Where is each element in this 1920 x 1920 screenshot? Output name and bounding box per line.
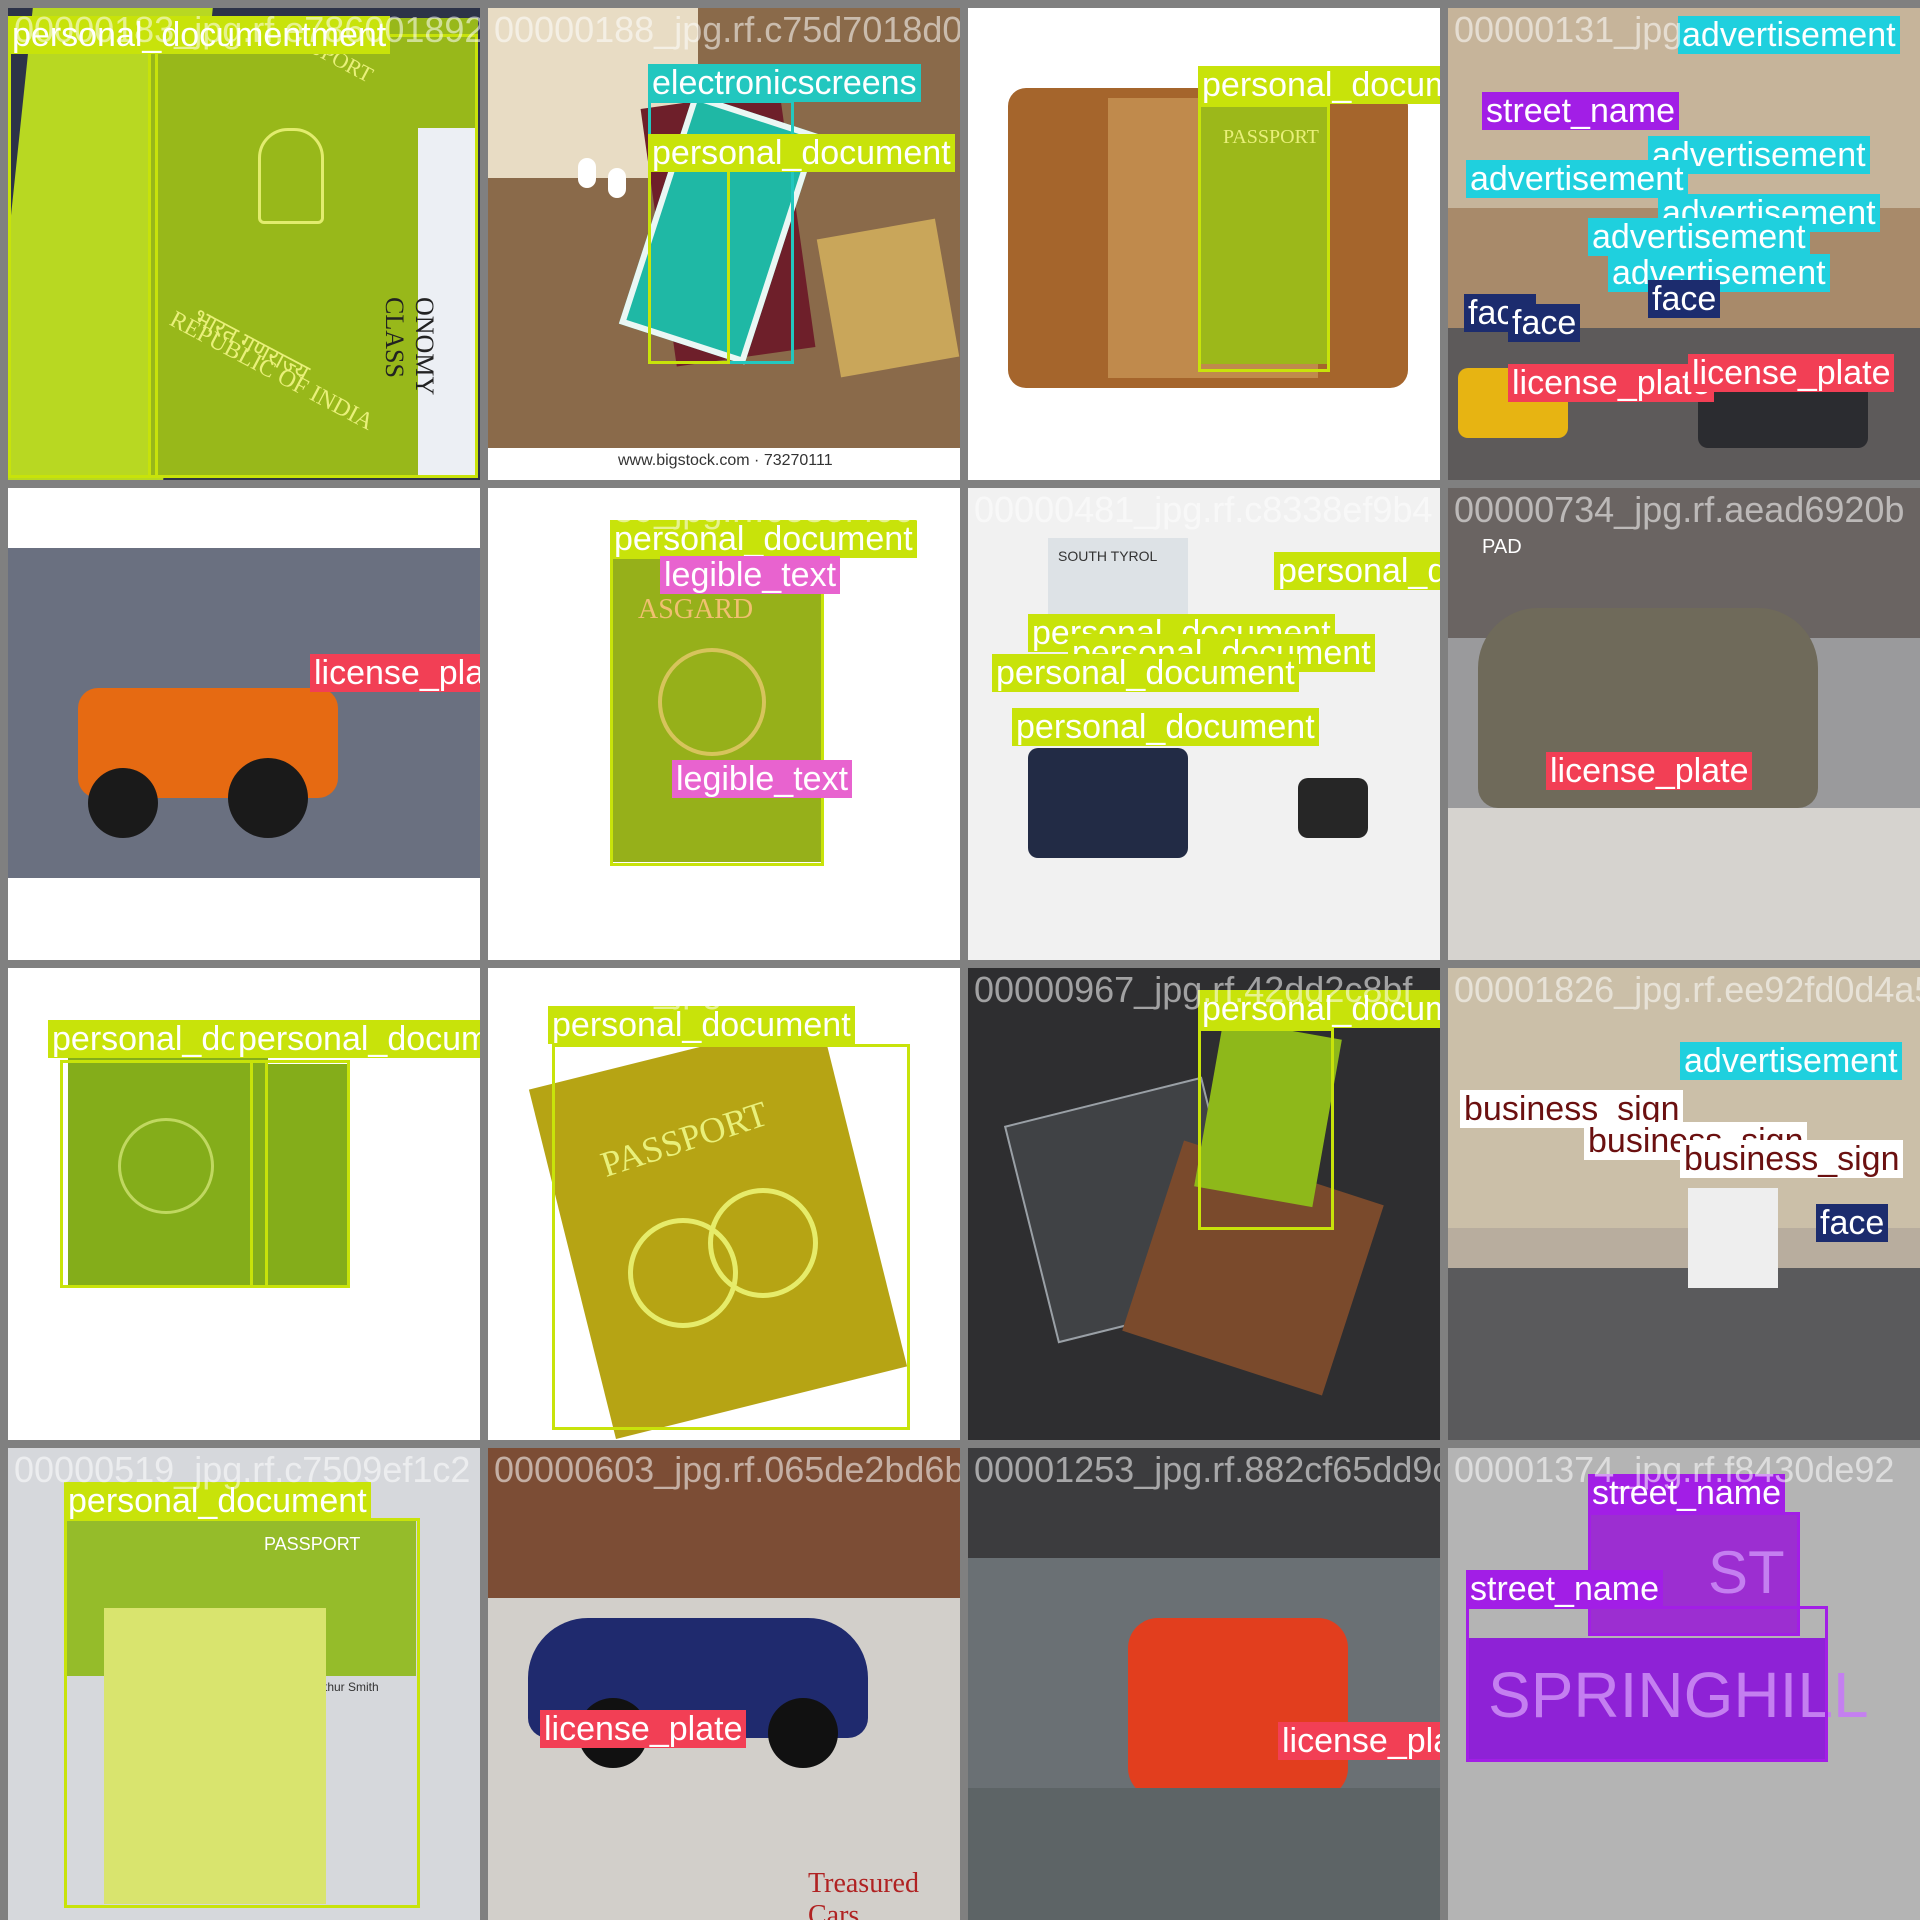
detection-box — [60, 1060, 268, 1288]
tile-phone-passport: www.bigstock.com · 73270111 electronicsc… — [488, 8, 960, 480]
tile-city-street: advertisement street_name advertisement … — [1448, 8, 1920, 480]
tile-passport-template: PASSPORT Arthur Smith personal_document … — [8, 1448, 480, 1920]
detection-label: personal_document — [610, 520, 917, 558]
tile-two-passports: personal_doc personal_document 00000503_… — [8, 968, 480, 1440]
detection-label: advertisement — [1588, 218, 1810, 256]
detection-label: personal_document — [648, 134, 955, 172]
detection-label: legible_text — [672, 760, 853, 798]
detection-label: face — [1816, 1204, 1889, 1242]
detection-label: street_name — [1482, 92, 1679, 130]
detection-label: personal_document — [234, 1020, 480, 1058]
mosaic-grid: REPUBLIC OF INDIA भारत गणराज्य SPORT ONO… — [0, 0, 1920, 1920]
detection-label: advertisement — [1680, 1042, 1902, 1080]
detection-box — [148, 34, 478, 478]
photo — [968, 1448, 1440, 1920]
detection-label: license_plate — [1508, 364, 1715, 402]
detection-label: license_plate — [540, 1710, 747, 1748]
tile-blue-convertible: Treasured Cars license_plate 00000603_jp… — [488, 1448, 960, 1920]
tile-silver-car: PAD license_plate 00000734_jpg.rf.aead69… — [1448, 488, 1920, 960]
photo — [8, 488, 480, 960]
detection-box — [1198, 104, 1330, 372]
tile-red-suv: license_plate 00001253_jpg.rf.882cf65dd9… — [968, 1448, 1440, 1920]
detection-label: personal_document — [1274, 552, 1440, 590]
detection-label: street_name — [1466, 1570, 1663, 1608]
detection-label: advertisement — [1678, 16, 1900, 54]
photo-text: PAD — [1482, 536, 1522, 558]
detection-label: advertisement — [1466, 160, 1688, 198]
detection-label: business_sign — [1680, 1140, 1904, 1178]
detection-box — [1466, 1606, 1828, 1762]
detection-box — [250, 1060, 350, 1288]
detection-label: personal_document — [548, 1006, 855, 1044]
detection-label: personal_document — [992, 654, 1299, 692]
detection-label: face — [1648, 280, 1721, 318]
detection-box — [552, 1044, 910, 1430]
detection-label: legible_text — [660, 556, 841, 594]
tile-orange-buggy: license_plate 00000482_jpg.rf.46d4d933c0 — [8, 488, 480, 960]
tile-asgard-passport: ASGARD personal_document legible_text le… — [488, 488, 960, 960]
detection-box — [8, 34, 158, 478]
photo-text: SOUTH TYROL — [1058, 548, 1158, 564]
detection-label: personal_document — [1198, 990, 1440, 1028]
tile-checkpoint-street: advertisement business_sign business_sig… — [1448, 968, 1920, 1440]
detection-label: street_name — [1588, 1474, 1785, 1512]
detection-label: license_plate — [1688, 354, 1895, 392]
detection-label: electronicscreens — [648, 64, 921, 102]
detection-label: license_plate — [1278, 1722, 1440, 1760]
detection-label: personal_document — [64, 1482, 371, 1520]
detection-label: face — [1508, 304, 1581, 342]
tile-street-signs: ST SPRINGHILL street_name street_name 00… — [1448, 1448, 1920, 1920]
detection-label: personal_documentment — [8, 16, 391, 54]
tile-wallet-passport: PASSPORT personal_document 00000899_jpg.… — [968, 8, 1440, 480]
detection-label: license_plate — [310, 654, 480, 692]
detection-box — [610, 556, 824, 866]
tile-travel-flatlay: SOUTH TYROL personal_document personal_d… — [968, 488, 1440, 960]
detection-box — [1198, 1028, 1334, 1230]
detection-box — [648, 154, 730, 364]
detection-box — [64, 1518, 420, 1908]
photo-text: www.bigstock.com · 73270111 — [618, 452, 833, 469]
detection-label: personal_document — [1012, 708, 1319, 746]
tile-globe-passport: PASSPORT personal_document 00000988_jpg.… — [488, 968, 960, 1440]
tile-acrylic-wallet: personal_document 00000967_jpg.rf.42dd2c… — [968, 968, 1440, 1440]
photo: Treasured Cars — [488, 1448, 960, 1920]
photo-text: Treasured Cars — [808, 1868, 919, 1920]
detection-label: personal_document — [1198, 66, 1440, 104]
detection-label: personal_doc — [48, 1020, 261, 1058]
photo: PAD — [1448, 488, 1920, 960]
tile-indian-passport: REPUBLIC OF INDIA भारत गणराज्य SPORT ONO… — [8, 8, 480, 480]
detection-label: license_plate — [1546, 752, 1753, 790]
